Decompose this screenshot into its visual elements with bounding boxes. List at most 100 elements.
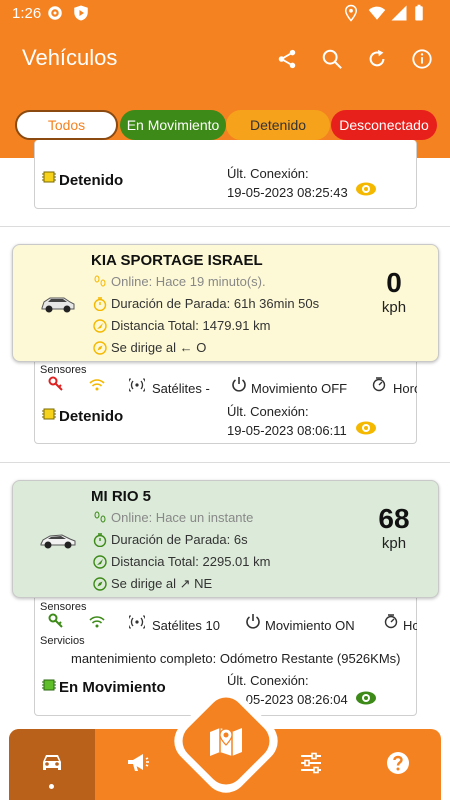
sliders-icon[interactable] [298, 750, 324, 776]
vehicle-name: MI RIO 5 [91, 488, 152, 505]
filter-en-movimiento[interactable]: En Movimiento [120, 110, 226, 140]
vehicle-card[interactable]: Sensores Satélites - Movimiento OFF Horó… [34, 355, 417, 444]
battery-icon [415, 4, 423, 21]
vehicle-status: Detenido [59, 172, 124, 189]
online-text: Online: Hace un instante [111, 510, 254, 525]
vehicle-summary-panel[interactable]: MI RIO 5 Online: Hace un instante Duraci… [12, 480, 439, 598]
vehicle-status: Detenido [59, 408, 124, 425]
key-icon [48, 376, 63, 391]
engine-icon [372, 377, 386, 392]
help-icon[interactable] [385, 750, 411, 776]
maintenance-text: mantenimiento completo: Odómetro Restant… [71, 651, 401, 666]
share-icon[interactable] [276, 48, 298, 70]
satellites-value: Satélites - [152, 381, 210, 396]
speed-value: 0 [386, 267, 402, 298]
car-icon[interactable] [39, 750, 65, 776]
movement-value: Movimiento OFF [251, 381, 348, 396]
eye-icon[interactable] [355, 420, 377, 436]
speed-value: 68 [378, 503, 410, 534]
heading-text: Se dirige al ← O [111, 340, 207, 355]
speed-display: 0 kph [364, 267, 424, 316]
satellite-icon [129, 615, 145, 629]
status-bar: 1:26 [0, 0, 450, 28]
satellites-value: Satélites 10 [152, 618, 220, 633]
megaphone-icon[interactable] [125, 750, 151, 776]
online-status: Online: Hace 19 minuto(s). [93, 274, 266, 289]
total-distance: Distancia Total: 1479.91 km [93, 318, 270, 333]
stop-duration: Duración de Parada: 6s [93, 532, 248, 547]
vehicle-card-partial[interactable]: Detenido Últ. Conexión: 19-05-2023 08:25… [34, 140, 417, 209]
status-time: 1:26 [12, 5, 42, 22]
last-connection: Últ. Conexión: 19-05-2023 08:25:43 [227, 164, 348, 202]
wifi-icon [368, 6, 386, 20]
services-label: Servicios [40, 635, 85, 647]
power-icon [246, 614, 260, 629]
refresh-icon[interactable] [366, 48, 388, 70]
online-status: Online: Hace un instante [93, 510, 253, 525]
timer-icon [93, 296, 107, 311]
shield-icon [74, 5, 88, 21]
sensors-label: Sensores [40, 601, 87, 613]
hours-value: Horó [393, 381, 417, 396]
map-icon[interactable] [208, 724, 244, 758]
app-bar: Vehículos [0, 28, 450, 90]
chip-icon [42, 408, 56, 420]
movement-value: Movimiento ON [265, 618, 355, 633]
eye-icon[interactable] [355, 181, 377, 197]
total-distance: Distancia Total: 2295.01 km [93, 554, 270, 569]
chip-icon [42, 171, 56, 183]
compass-icon [93, 340, 107, 355]
car-image [40, 534, 76, 549]
power-icon [232, 377, 246, 392]
stop-duration: Duración de Parada: 61h 36min 50s [93, 296, 319, 311]
sensors-label: Sensores [40, 364, 87, 376]
active-indicator [49, 784, 54, 789]
car-image [41, 297, 75, 313]
footprints-icon [94, 511, 106, 522]
speed-unit: kph [381, 299, 407, 316]
vehicle-summary-panel[interactable]: KIA SPORTAGE ISRAEL Online: Hace 19 minu… [12, 244, 439, 362]
eye-icon[interactable] [355, 690, 377, 706]
location-icon [344, 4, 358, 22]
heading: Se dirige al ← O [93, 340, 206, 355]
stop-duration-text: Duración de Parada: 6s [111, 532, 248, 547]
wifi-icon [89, 379, 105, 391]
total-distance-text: Distancia Total: 2295.01 km [111, 554, 271, 569]
filter-todos[interactable]: Todos [15, 110, 118, 140]
last-connection-label: Últ. Conexión: [227, 673, 309, 688]
vehicle-name: KIA SPORTAGE ISRAEL [91, 252, 263, 269]
last-connection-time: 19-05-2023 08:06:11 [227, 423, 347, 438]
speed-display: 68 kph [364, 503, 424, 552]
chip-icon [42, 679, 56, 691]
filter-desconectado[interactable]: Desconectado [331, 110, 437, 140]
filter-detenido[interactable]: Detenido [226, 110, 330, 140]
compass-icon [93, 577, 107, 591]
last-connection-label: Últ. Conexión: [227, 404, 309, 419]
last-connection: Últ. Conexión: 19-05-2023 08:06:11 [227, 402, 347, 440]
signal-icon [391, 5, 407, 21]
wifi-icon [89, 616, 105, 628]
divider [0, 226, 450, 227]
page-title: Vehículos [22, 45, 118, 70]
navigation-icon [93, 554, 107, 569]
last-connection-time: 19-05-2023 08:25:43 [227, 185, 348, 200]
heading: Se dirige al ↗ NE [93, 576, 212, 592]
online-text: Online: Hace 19 minuto(s). [111, 274, 266, 289]
search-icon[interactable] [321, 48, 343, 70]
heading-text: Se dirige al ↗ NE [111, 576, 213, 591]
total-distance-text: Distancia Total: 1479.91 km [111, 318, 271, 333]
speed-unit: kph [381, 535, 407, 552]
engine-icon [384, 614, 398, 629]
last-connection-label: Últ. Conexión: [227, 166, 309, 181]
stop-duration-text: Duración de Parada: 61h 36min 50s [111, 296, 320, 311]
timer-icon [93, 532, 107, 547]
hours-value: Ho [403, 618, 417, 633]
footprints-icon [94, 275, 106, 286]
info-icon[interactable] [411, 48, 433, 70]
vehicle-status: En Movimiento [59, 679, 166, 696]
satellite-icon [129, 378, 145, 392]
divider [0, 462, 450, 463]
key-icon [48, 613, 63, 628]
navigation-icon [93, 318, 107, 333]
gear-icon [48, 6, 62, 20]
